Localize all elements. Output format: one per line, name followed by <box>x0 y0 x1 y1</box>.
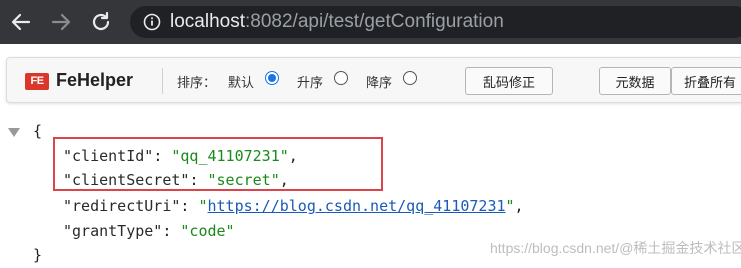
json-row-client-secret: "clientSecret": "secret", <box>63 171 289 189</box>
json-value: "https://blog.csdn.net/qq_41107231" <box>198 197 514 215</box>
metadata-button[interactable]: 元数据 <box>599 67 671 95</box>
browser-toolbar: localhost:8082/api/test/getConfiguration <box>0 0 741 44</box>
back-button[interactable] <box>8 9 34 35</box>
forward-button[interactable] <box>48 9 74 35</box>
url-text[interactable]: localhost:8082/api/test/getConfiguration <box>170 11 504 33</box>
fix-encoding-button[interactable]: 乱码修正 <box>465 67 553 95</box>
sort-default-label[interactable]: 默认 <box>228 72 254 91</box>
sort-desc-radio[interactable] <box>403 71 417 85</box>
sort-default-radio[interactable] <box>265 71 279 85</box>
json-key: "clientId" <box>63 147 154 165</box>
json-value: "code" <box>180 222 235 240</box>
json-open-brace: { <box>33 122 43 140</box>
reload-icon <box>92 11 110 31</box>
json-row-redirect-uri: "redirectUri": "https://blog.csdn.net/qq… <box>63 197 524 215</box>
redirect-uri-link[interactable]: https://blog.csdn.net/qq_41107231 <box>208 197 506 215</box>
arrow-left-icon <box>11 13 31 31</box>
fehelper-logo: FE <box>25 73 49 90</box>
json-key: "clientSecret" <box>63 171 190 189</box>
collapse-toggle-icon[interactable] <box>8 128 20 137</box>
json-close-brace: } <box>33 246 43 264</box>
info-icon[interactable] <box>142 12 162 32</box>
fehelper-brand: FeHelper <box>56 70 134 90</box>
json-row-client-id: "clientId": "qq_41107231", <box>63 147 298 165</box>
json-colon: : <box>162 222 181 240</box>
json-colon: : <box>189 171 208 189</box>
json-value: "secret" <box>207 171 280 189</box>
json-colon: : <box>180 197 199 215</box>
json-value: "qq_41107231" <box>171 147 289 165</box>
json-row-grant-type: "grantType": "code" <box>63 222 235 240</box>
sort-desc-label[interactable]: 降序 <box>366 72 392 91</box>
json-key: "grantType" <box>63 222 163 240</box>
address-bar[interactable]: localhost:8082/api/test/getConfiguration <box>130 6 741 38</box>
json-quote-close: " <box>505 197 515 215</box>
json-colon: : <box>153 147 172 165</box>
fehelper-toolbar: FE FeHelper 排序： 默认 升序 降序 乱码修正 元数据 折叠所有 <box>6 57 741 103</box>
json-comma: , <box>279 171 289 189</box>
collapse-all-button[interactable]: 折叠所有 <box>671 67 741 95</box>
json-key: "redirectUri" <box>63 197 181 215</box>
json-comma: , <box>514 197 524 215</box>
watermark: https://blog.csdn.net/@稀土掘金技术社区 <box>490 240 741 256</box>
toolbar-divider <box>162 68 163 94</box>
url-path: :8082/api/test/getConfiguration <box>245 11 504 32</box>
sort-asc-label[interactable]: 升序 <box>297 72 323 91</box>
arrow-right-icon <box>51 13 71 31</box>
json-comma: , <box>288 147 298 165</box>
sort-asc-radio[interactable] <box>334 71 348 85</box>
json-quote-open: " <box>198 197 208 215</box>
url-host: localhost <box>170 11 245 32</box>
reload-button[interactable] <box>88 9 114 35</box>
sort-label: 排序： <box>177 76 217 91</box>
